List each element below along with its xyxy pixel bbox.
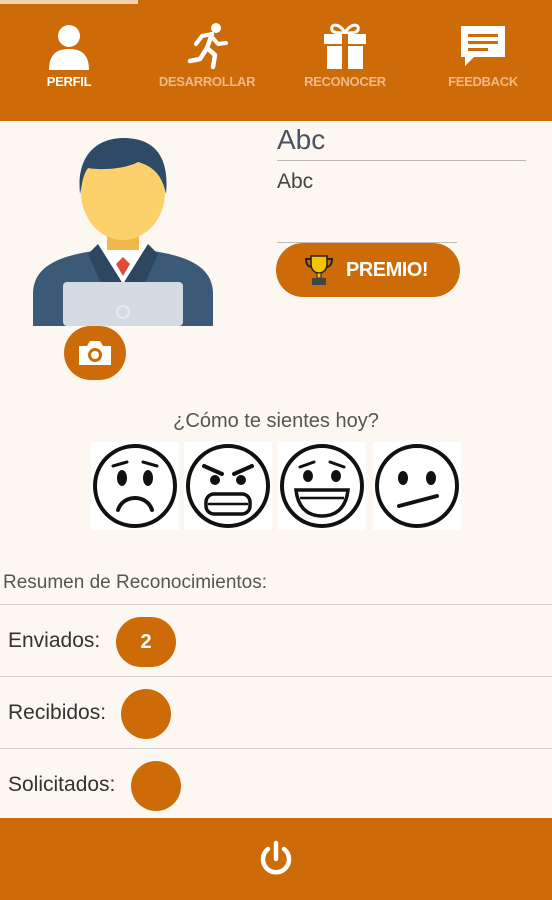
camera-icon (79, 341, 111, 365)
gift-icon (319, 20, 371, 72)
top-nav-bar: PERFIL DESARROLLAR RECONOCER FEEDBACK (0, 0, 552, 121)
person-icon (43, 20, 95, 72)
sad-face-icon[interactable] (91, 442, 179, 530)
businessman-avatar-icon (28, 124, 218, 326)
neutral-face-icon[interactable] (373, 442, 461, 530)
tab-feedback[interactable]: FEEDBACK (414, 0, 552, 121)
power-icon[interactable] (256, 839, 296, 879)
tab-desarrollar[interactable]: DESARROLLAR (138, 0, 276, 121)
happy-face-icon[interactable] (278, 442, 366, 530)
chat-bubble-icon (457, 20, 509, 72)
summary-title: Resumen de Reconocimientos: (3, 572, 268, 593)
name-field[interactable]: Abc (277, 122, 526, 161)
tab-label: PERFIL (46, 74, 92, 89)
subtitle-field[interactable]: Abc (277, 168, 457, 243)
premio-label: PREMIO! (346, 258, 429, 281)
tab-label: DESARROLLAR (158, 74, 256, 89)
summary-row-enviados: Enviados: 2 (0, 604, 552, 676)
change-photo-button[interactable] (64, 326, 126, 380)
running-person-icon (181, 20, 233, 72)
trophy-icon (304, 255, 334, 285)
summary-row-solicitados: Solicitados: (0, 748, 552, 820)
row-label: Recibidos: (8, 701, 107, 724)
angry-face-icon[interactable] (184, 442, 272, 530)
premio-button[interactable]: PREMIO! (276, 243, 460, 297)
mood-question: ¿Cómo te sientes hoy? (173, 410, 379, 432)
bottom-bar (0, 818, 552, 900)
tab-label: RECONOCER (304, 74, 386, 89)
tab-label: FEEDBACK (448, 74, 518, 89)
summary-row-recibidos: Recibidos: (0, 676, 552, 748)
tab-perfil[interactable]: PERFIL (0, 0, 138, 121)
row-label: Solicitados: (8, 773, 116, 796)
row-label: Enviados: (8, 629, 101, 652)
count-badge[interactable] (131, 761, 181, 811)
count-badge[interactable]: 2 (116, 617, 176, 667)
tab-reconocer[interactable]: RECONOCER (276, 0, 414, 121)
count-badge[interactable] (121, 689, 171, 739)
